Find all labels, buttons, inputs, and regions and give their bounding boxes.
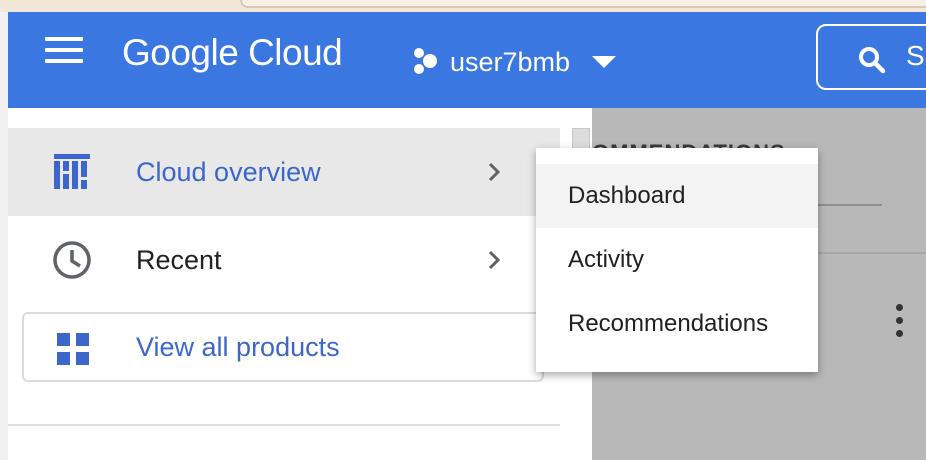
caret-down-icon: [592, 56, 617, 68]
view-all-products-label: View all products: [136, 332, 340, 362]
search-text: S: [906, 40, 925, 71]
sidebar-item-recent[interactable]: Recent: [8, 216, 560, 304]
sidebar-item-label: Recent: [136, 244, 222, 275]
submenu-item-dashboard[interactable]: Dashboard: [536, 164, 818, 228]
sidebar-item-cloud-overview[interactable]: Cloud overview: [8, 128, 560, 216]
sidebar-divider: [8, 424, 560, 426]
submenu-item-label: Dashboard: [568, 182, 686, 209]
project-name: user7bmb: [450, 46, 571, 77]
navigation-sidebar: Cloud overview Recent View all products: [8, 108, 592, 460]
submenu-item-recommendations[interactable]: Recommendations: [536, 292, 818, 356]
more-options-icon[interactable]: [894, 304, 904, 338]
browser-tab-edge: [240, 0, 926, 8]
sidebar-item-label: Cloud overview: [136, 156, 321, 187]
project-picker[interactable]: user7bmb: [410, 42, 617, 82]
apps-grid-icon: [56, 332, 90, 371]
chevron-right-icon: [482, 160, 506, 189]
google-cloud-logo[interactable]: Google Cloud: [122, 32, 343, 74]
view-all-products-button[interactable]: View all products: [22, 312, 544, 382]
clock-icon: [52, 240, 92, 280]
left-gutter: [0, 12, 8, 460]
search-box[interactable]: S: [816, 24, 926, 90]
submenu-item-label: Activity: [568, 246, 645, 273]
dashboard-icon: [52, 152, 92, 192]
chevron-right-icon: [482, 248, 506, 277]
menu-icon[interactable]: [45, 37, 83, 63]
cloud-overview-submenu: Dashboard Activity Recommendations: [536, 148, 818, 372]
search-icon: [858, 46, 886, 79]
project-hexagons-icon: [410, 47, 440, 77]
submenu-item-activity[interactable]: Activity: [536, 228, 818, 292]
submenu-item-label: Recommendations: [568, 310, 769, 337]
